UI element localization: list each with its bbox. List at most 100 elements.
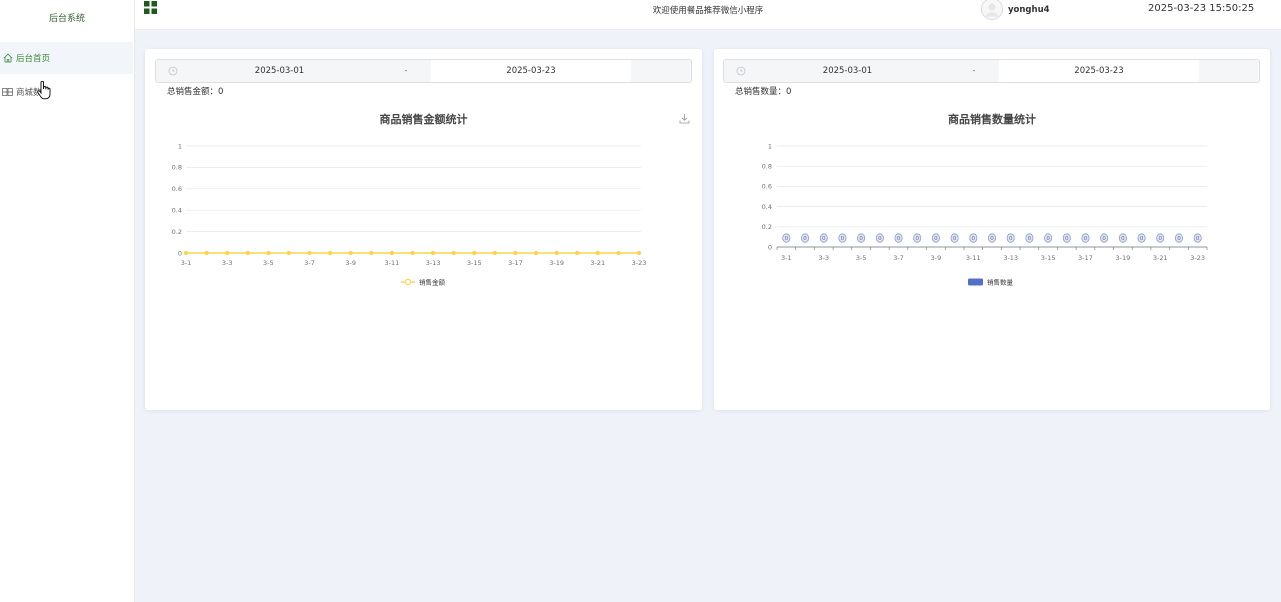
data-point — [389, 250, 395, 256]
y-tick-label: 1 — [178, 142, 182, 150]
legend-label: 销售金额 — [419, 277, 446, 286]
legend-label: 销售数量 — [987, 277, 1014, 286]
data-label-bubble — [838, 233, 847, 243]
date-range-separator: - — [972, 66, 976, 75]
data-label-bubble — [819, 233, 828, 243]
data-label-bubble — [1156, 233, 1165, 243]
data-label: 0 — [897, 236, 901, 242]
x-tick-label: 3-15 — [1041, 254, 1056, 262]
sales-amount-card: - 总销售金额：0 商品销售金额统计 10.80.60.40.20销售金额3-1… — [145, 49, 702, 410]
x-tick-label: 3-13 — [1003, 254, 1018, 262]
legend-swatch-icon — [968, 278, 983, 286]
x-tick-label: 3-1 — [781, 254, 792, 262]
data-label-bubble — [1025, 233, 1034, 243]
data-label-bubble — [1081, 233, 1090, 243]
x-tick-label: 3-3 — [818, 254, 829, 262]
start-date-input[interactable] — [746, 60, 949, 82]
y-tick-label: 0.2 — [762, 223, 772, 231]
y-tick-label: 0.8 — [762, 163, 772, 171]
avatar-icon[interactable] — [981, 0, 1003, 20]
data-label: 0 — [803, 236, 807, 242]
date-range-picker[interactable]: - — [723, 59, 1260, 83]
x-tick-label: 3-13 — [426, 259, 441, 267]
sales-amount-line-chart: 1 0.8 0.6 0.4 0.2 0 销售金额 3-1 3-3 3-5 3-7 3-9 3-11 3-1… — [172, 142, 647, 286]
data-point — [472, 250, 477, 256]
sales-quantity-card: - 总销售数量：0 商品销售数量统计 1 0.8 0.6 0.4 0.2 0 0 0 0 0 0 0 0… — [714, 49, 1270, 410]
data-label-bubble — [875, 233, 884, 243]
x-tick-label: 3-23 — [1190, 254, 1205, 262]
data-point — [183, 250, 189, 256]
data-point — [307, 250, 312, 256]
data-point — [430, 250, 436, 256]
data-label-bubble — [782, 233, 791, 243]
total-sales-quantity: 总销售数量：0 — [735, 85, 791, 97]
data-label-bubble — [1174, 233, 1183, 243]
chart-title: 商品销售金额统计 — [379, 113, 468, 126]
data-label: 0 — [859, 236, 863, 242]
x-tick-label: 3-11 — [385, 259, 400, 267]
data-point — [616, 250, 621, 256]
x-tick-label: 3-5 — [263, 259, 274, 267]
x-tick-label: 3-5 — [856, 254, 867, 262]
data-label: 0 — [1084, 236, 1088, 242]
data-point — [595, 250, 601, 256]
sidebar-item-label: 后台首页 — [16, 54, 51, 64]
data-label-bubble — [894, 233, 903, 243]
data-label-bubble — [987, 233, 996, 243]
data-point — [266, 250, 271, 256]
data-label-bubble — [1118, 233, 1127, 243]
data-label: 0 — [1140, 236, 1144, 242]
current-datetime: 2025-03-23 15:50:25 — [1148, 3, 1255, 14]
data-label-bubble — [969, 233, 978, 243]
top-header: 欢迎使用餐品推荐微信小程序 yonghu4 2025-03-23 15:50:2… — [135, 0, 1281, 30]
data-label: 0 — [1028, 236, 1032, 242]
welcome-text: 欢迎使用餐品推荐微信小程序 — [652, 6, 764, 16]
x-tick-label: 3-19 — [1115, 254, 1130, 262]
username[interactable]: yonghu4 — [1008, 5, 1050, 15]
sidebar-item-home[interactable]: 后台首页 — [0, 42, 133, 74]
data-point — [492, 250, 498, 256]
date-range-picker[interactable]: - — [155, 59, 692, 83]
data-label-bubble — [913, 233, 922, 243]
y-tick-label: 1 — [768, 142, 772, 150]
data-label-bubble — [1193, 233, 1202, 243]
sidebar-item-mall-data[interactable]: 商城数 — [0, 76, 133, 108]
y-tick-label: 0.8 — [172, 164, 182, 172]
x-tick-label: 3-21 — [1153, 254, 1168, 262]
date-range-separator: - — [404, 66, 408, 75]
y-tick-label: 0.4 — [762, 203, 772, 211]
download-icon[interactable] — [679, 113, 690, 124]
sales-quantity-bar-chart: 1 0.8 0.6 0.4 0.2 0 0 0 0 0 0 0 0 0 0 0 0 0 0 0 0 0 0 0 0 0 0 0 0 销售数… — [762, 142, 1208, 286]
data-label: 0 — [915, 236, 919, 242]
app-title: 后台系统 — [48, 14, 85, 24]
data-label: 0 — [1159, 236, 1163, 242]
data-point — [533, 250, 539, 256]
x-tick-label: 3-17 — [508, 259, 523, 267]
data-label: 0 — [1065, 236, 1069, 242]
data-label: 0 — [1009, 236, 1013, 242]
data-point — [245, 250, 250, 256]
data-label: 0 — [1046, 236, 1050, 242]
data-point — [636, 250, 642, 256]
total-value: 0 — [218, 87, 224, 97]
data-point — [369, 250, 374, 256]
y-tick-label: 0.6 — [172, 185, 182, 193]
data-point — [554, 250, 559, 256]
x-tick-label: 3-11 — [966, 254, 981, 262]
x-tick-label: 3-9 — [345, 259, 356, 267]
data-label: 0 — [934, 236, 938, 242]
chart-title: 商品销售数量统计 — [948, 113, 1036, 126]
x-tick-label: 3-23 — [632, 259, 647, 267]
x-tick-label: 3-3 — [222, 259, 233, 267]
data-label-bubble — [931, 233, 940, 243]
x-tick-label: 3-17 — [1078, 254, 1093, 262]
total-label: 总销售金额： — [167, 87, 219, 97]
end-date-input[interactable] — [431, 60, 631, 82]
start-date-input[interactable] — [178, 60, 381, 82]
data-label: 0 — [841, 236, 845, 242]
data-point — [286, 250, 292, 256]
x-tick-label: 3-7 — [304, 259, 315, 267]
y-tick-label: 0.6 — [762, 183, 772, 191]
end-date-input[interactable] — [999, 60, 1199, 82]
total-value: 0 — [786, 87, 792, 97]
